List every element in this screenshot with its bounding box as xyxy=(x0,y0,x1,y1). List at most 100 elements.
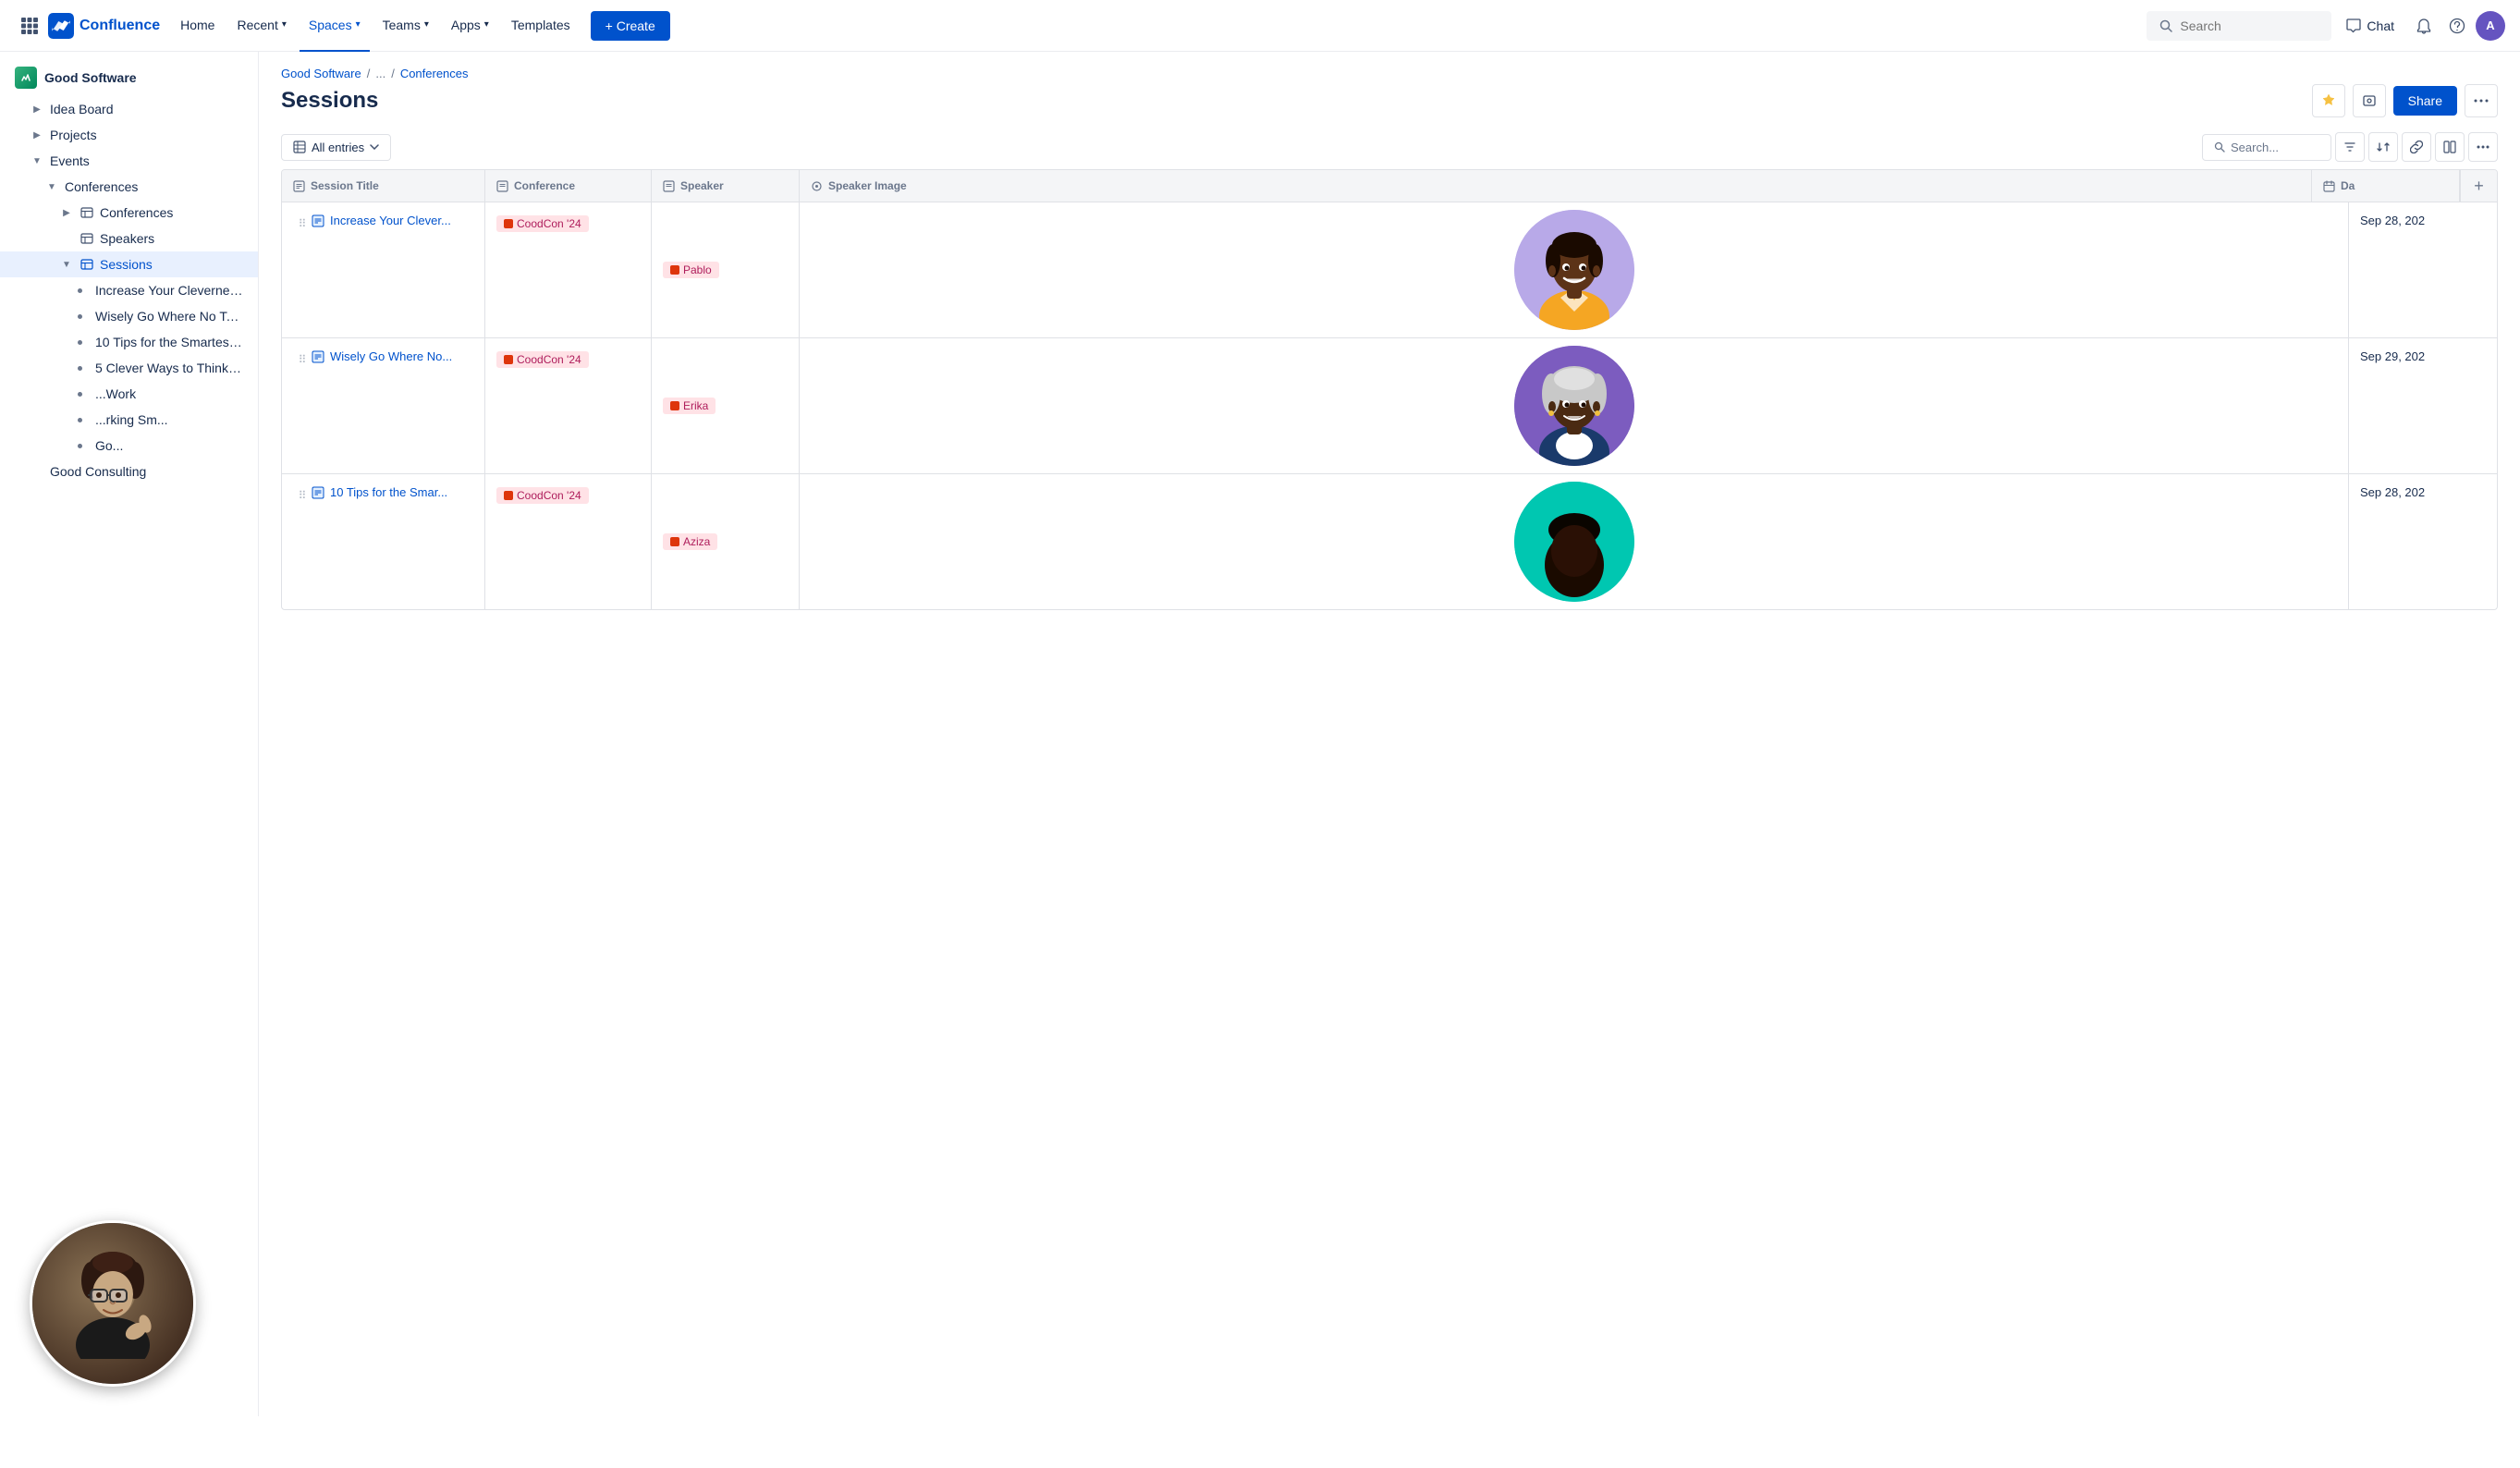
sidebar-item-speakers[interactable]: ▶ Speakers xyxy=(0,226,258,251)
tag-col-icon xyxy=(496,180,508,192)
col-conference[interactable]: Conference xyxy=(485,170,652,202)
drag-handle[interactable]: ⠿ xyxy=(293,485,312,506)
doc-icon xyxy=(312,214,324,227)
sidebar-label: Good Consulting xyxy=(50,464,243,479)
nav-spaces[interactable]: Spaces ▾ xyxy=(300,0,370,52)
session-title-link[interactable]: Increase Your Clever... xyxy=(312,214,451,227)
conference-tag[interactable]: CoodCon '24 xyxy=(496,487,589,504)
col-date[interactable]: Da xyxy=(2312,170,2460,202)
db-toolbar: All entries Search... xyxy=(281,132,2498,162)
speaker-avatar xyxy=(1514,346,1634,466)
search-input[interactable] xyxy=(2180,18,2291,33)
sidebar-label: ...rking Sm... xyxy=(95,412,243,427)
breadcrumb-section[interactable]: Conferences xyxy=(400,67,469,80)
sidebar-item-sessions[interactable]: ▼ Sessions xyxy=(0,251,258,277)
chat-button[interactable]: Chat xyxy=(2335,13,2405,39)
help-button[interactable] xyxy=(2442,11,2472,41)
user-avatar[interactable]: A xyxy=(2476,11,2505,41)
conference-tag[interactable]: CoodCon '24 xyxy=(496,351,589,368)
session-title-cell: ⠿ 10 Tips for the Smar... xyxy=(282,474,485,609)
breadcrumb-sep2: / xyxy=(391,67,395,80)
col-session-title[interactable]: Session Title xyxy=(282,170,485,202)
sidebar-item-session6[interactable]: ...rking Sm... xyxy=(0,407,258,433)
conference-tag[interactable]: CoodCon '24 xyxy=(496,215,589,232)
camera-bubble xyxy=(30,1220,196,1387)
breadcrumb-ellipsis: ... xyxy=(375,67,385,80)
create-button[interactable]: + Create xyxy=(591,11,670,41)
speaker-tag[interactable]: Aziza xyxy=(663,533,717,550)
ellipsis-icon xyxy=(2477,145,2489,149)
db-icon xyxy=(80,205,94,220)
speaker-tag[interactable]: Pablo xyxy=(663,262,719,278)
col-speaker-image[interactable]: Speaker Image xyxy=(800,170,2312,202)
search-icon xyxy=(2214,141,2225,153)
breadcrumb-space[interactable]: Good Software xyxy=(281,67,361,80)
speaker-avatar xyxy=(1514,210,1634,330)
filter-button[interactable] xyxy=(2335,132,2365,162)
nav-recent[interactable]: Recent ▾ xyxy=(227,0,295,52)
sidebar-item-session4[interactable]: 5 Clever Ways to Think About To... xyxy=(0,355,258,381)
sidebar-item-session7[interactable]: Go... xyxy=(0,433,258,459)
db-icon xyxy=(80,231,94,246)
share-button[interactable]: Share xyxy=(2393,86,2457,116)
expand-icon: ▼ xyxy=(30,153,44,168)
sidebar-item-idea-board[interactable]: ▶ Idea Board xyxy=(0,96,258,122)
watch-button[interactable] xyxy=(2353,84,2386,117)
sidebar-label: ...Work xyxy=(95,386,243,401)
doc-icon xyxy=(312,486,324,499)
sidebar-item-projects[interactable]: ▶ Projects xyxy=(0,122,258,148)
drag-handle[interactable]: ⠿ xyxy=(293,214,312,234)
space-header[interactable]: Good Software xyxy=(0,59,258,96)
speaker-cell: Aziza xyxy=(652,474,800,609)
sidebar-item-session2[interactable]: Wisely Go Where No Team Has ... xyxy=(0,303,258,329)
drag-handle[interactable]: ⠿ xyxy=(293,349,312,370)
session-title-link[interactable]: 10 Tips for the Smar... xyxy=(312,485,447,499)
sidebar-item-conferences-db[interactable]: ▶ Conferences xyxy=(0,200,258,226)
sidebar-item-session5[interactable]: ...Work xyxy=(0,381,258,407)
layout-button[interactable] xyxy=(2435,132,2465,162)
link-button[interactable] xyxy=(2402,132,2431,162)
date-cell: Sep 28, 202 xyxy=(2349,474,2497,609)
tag-color-icon xyxy=(670,537,679,546)
sidebar-item-good-consulting[interactable]: ▶ Good Consulting xyxy=(0,459,258,484)
dot-icon xyxy=(78,314,82,319)
sidebar-item-session1[interactable]: Increase Your Cleverness with Cl... xyxy=(0,277,258,303)
session-title-link[interactable]: Wisely Go Where No... xyxy=(312,349,452,363)
sidebar-item-conferences-section[interactable]: ▼ Conferences xyxy=(0,174,258,200)
col-speaker[interactable]: Speaker xyxy=(652,170,800,202)
sort-button[interactable] xyxy=(2368,132,2398,162)
sidebar-item-session3[interactable]: 10 Tips for the Smartest Teams xyxy=(0,329,258,355)
speaker-image-cell xyxy=(800,474,2349,609)
expand-icon: ▶ xyxy=(30,102,44,116)
nav-home[interactable]: Home xyxy=(171,0,224,52)
expand-icon: ▶ xyxy=(59,205,74,220)
view-selector[interactable]: All entries xyxy=(281,134,391,161)
more-button[interactable] xyxy=(2465,84,2498,117)
speaker-col-icon xyxy=(663,180,675,192)
more-options-button[interactable] xyxy=(2468,132,2498,162)
watch-icon xyxy=(2362,93,2377,108)
notifications-button[interactable] xyxy=(2409,11,2439,41)
db-icon xyxy=(80,257,94,272)
conference-cell: CoodCon '24 xyxy=(485,202,652,337)
db-search-label: Search... xyxy=(2231,141,2279,154)
speaker-cell: Pablo xyxy=(652,202,800,337)
global-search[interactable] xyxy=(2147,11,2331,41)
space-name: Good Software xyxy=(44,70,137,85)
top-navigation: Confluence Home Recent ▾ Spaces ▾ Teams … xyxy=(0,0,2520,52)
table-row: ⠿ 10 Tips for the Smar... xyxy=(282,474,2497,609)
nav-teams[interactable]: Teams ▾ xyxy=(373,0,438,52)
add-column-button[interactable]: + xyxy=(2460,170,2497,202)
star-button[interactable] xyxy=(2312,84,2345,117)
sidebar-item-events[interactable]: ▼ Events xyxy=(0,148,258,174)
webcam-feed xyxy=(32,1223,193,1384)
db-search-button[interactable]: Search... xyxy=(2202,134,2331,161)
app-switcher-button[interactable] xyxy=(15,11,44,41)
db-actions: Search... xyxy=(2202,132,2498,162)
tag-color-icon xyxy=(504,355,513,364)
nav-apps[interactable]: Apps ▾ xyxy=(442,0,498,52)
sidebar-label: Speakers xyxy=(100,231,243,246)
speaker-tag[interactable]: Erika xyxy=(663,398,716,414)
nav-templates[interactable]: Templates xyxy=(502,0,580,52)
confluence-logo[interactable]: Confluence xyxy=(48,13,160,39)
